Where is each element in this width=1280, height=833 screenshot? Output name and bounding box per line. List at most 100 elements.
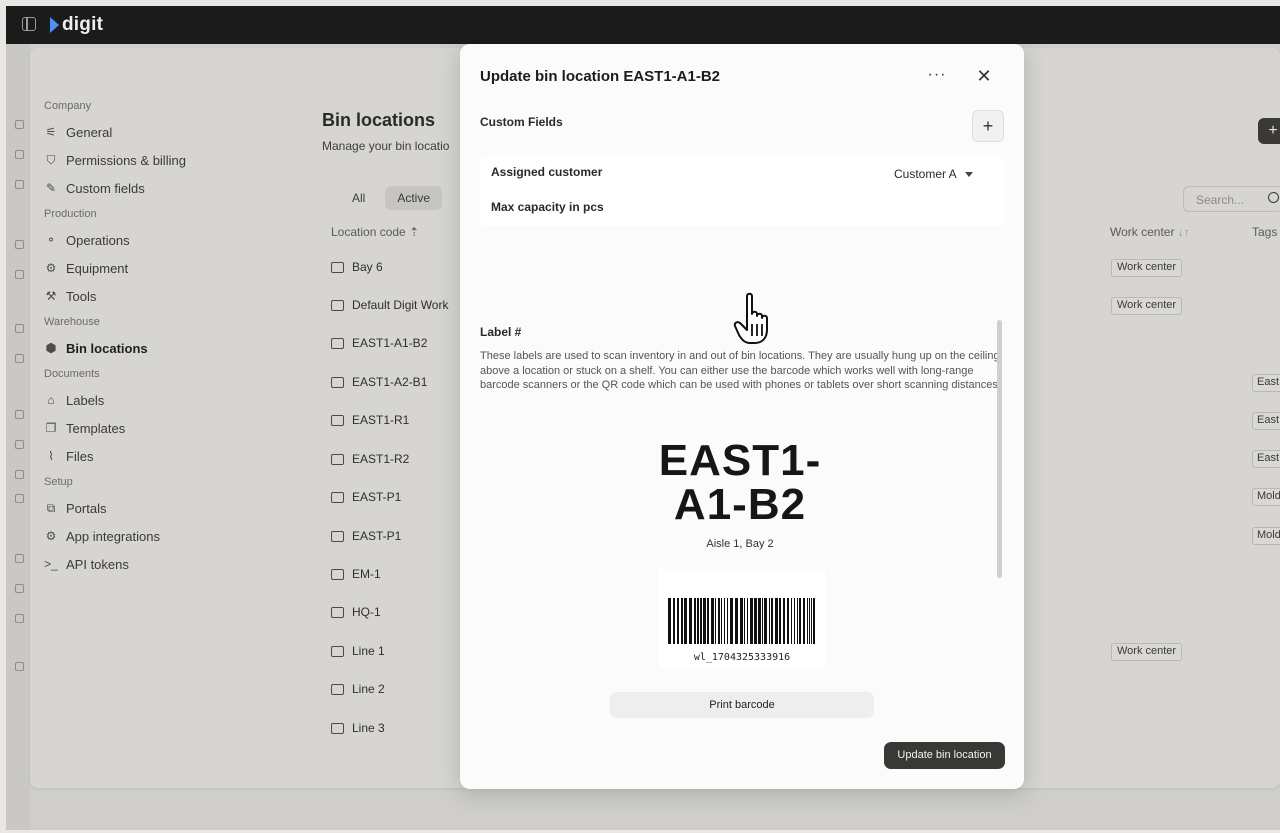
modal-title: Update bin location EAST1-A1-B2 (480, 68, 721, 85)
box-icon (331, 376, 344, 388)
row-location-code: EAST1-R1 (352, 413, 410, 427)
table-row[interactable]: EAST-P1 (331, 486, 401, 508)
column-header-work-center[interactable]: Work center ↓↑ (1110, 225, 1190, 239)
left-icon-rail (6, 44, 30, 830)
close-button[interactable]: ✕ (973, 65, 995, 87)
nav-section-title: Warehouse (44, 316, 100, 328)
box-icon (331, 453, 344, 465)
label-code-large: EAST1- A1-B2 (590, 439, 890, 527)
rail-icon[interactable] (15, 180, 24, 189)
row-location-code: EM-1 (352, 567, 381, 581)
column-header-tags[interactable]: Tags (1252, 225, 1277, 239)
rail-icon[interactable] (15, 440, 24, 449)
sliders-icon: ⚟ (45, 125, 57, 139)
nav-item-labels[interactable]: ⌂ Labels (44, 386, 284, 414)
label-code-subtitle: Aisle 1, Bay 2 (706, 538, 774, 550)
row-location-code: EAST-P1 (352, 529, 402, 543)
nav-item-label: Bin locations (66, 340, 148, 356)
row-location-code: Line 1 (352, 644, 385, 658)
terminal-icon: >_ (44, 557, 58, 571)
tab-all[interactable]: All (340, 186, 377, 210)
row-location-code: EAST1-A2-B1 (352, 375, 428, 389)
add-bin-location-button[interactable]: + (1258, 118, 1280, 144)
table-row[interactable]: Bay 6 (331, 256, 383, 278)
row-location-code: Line 3 (352, 721, 385, 735)
column-header-label: Work center (1110, 225, 1175, 239)
more-options-button[interactable]: ··· (926, 66, 948, 88)
modal-scrollbar[interactable] (997, 320, 1002, 578)
nav-item-label: App integrations (66, 528, 160, 544)
nav-item-templates[interactable]: ❐ Templates (44, 414, 284, 442)
search-icon (1268, 192, 1279, 203)
rail-icon[interactable] (15, 354, 24, 363)
box-icon (331, 530, 344, 542)
custom-fields-card: Assigned customer Customer A Max capacit… (480, 156, 1004, 226)
nav-item-general[interactable]: ⚟ General (44, 118, 284, 146)
rail-icon[interactable] (15, 470, 24, 479)
sort-icon: ↓↑ (1177, 225, 1190, 239)
app-logo[interactable]: digit (50, 14, 103, 36)
rail-icon[interactable] (15, 554, 24, 563)
rail-icon[interactable] (15, 270, 24, 279)
rail-icon[interactable] (15, 584, 24, 593)
nav-item-label: General (66, 124, 113, 140)
nav-item-files[interactable]: ⌇ Files (44, 442, 284, 470)
assigned-customer-select[interactable]: Customer A (894, 167, 973, 181)
table-row[interactable]: Line 2 (331, 678, 385, 700)
table-row[interactable]: EAST1-A1-B2 (331, 332, 427, 354)
table-row[interactable]: HQ-1 (331, 601, 381, 623)
chevron-down-icon (964, 171, 973, 177)
nav-section-title: Documents (44, 368, 100, 380)
row-location-code: HQ-1 (352, 605, 381, 619)
box-icon: ⬢ (45, 341, 57, 355)
nav-item-operations[interactable]: ⚬ Operations (44, 226, 284, 254)
nav-item-label: Portals (66, 500, 107, 516)
settings-nav: Company ⚟ General ⛉ Permissions & billing … (44, 100, 284, 580)
table-row[interactable]: EAST1-R1 (331, 409, 409, 431)
search-input[interactable]: Search... (1183, 186, 1280, 212)
table-row[interactable]: EAST1-A2-B1 (331, 371, 427, 393)
logo-mark-icon (50, 17, 59, 33)
nav-item-api-tokens[interactable]: >_ API tokens (44, 550, 284, 578)
nav-item-bin-locations[interactable]: ⬢ Bin locations (44, 334, 284, 362)
rail-icon[interactable] (15, 150, 24, 159)
table-row[interactable]: Default Digit Work (331, 294, 448, 316)
nav-section-title: Production (44, 208, 97, 220)
custom-fields-heading: Custom Fields (480, 115, 563, 129)
portal-icon: ⧉ (46, 500, 56, 515)
column-header-location-code[interactable]: Location code ⇡ (331, 225, 419, 239)
sidebar-toggle-icon[interactable] (22, 17, 36, 31)
rail-icon[interactable] (15, 120, 24, 129)
rail-icon[interactable] (15, 494, 24, 503)
box-icon (331, 568, 344, 580)
nav-item-equipment[interactable]: ⚙ Equipment (44, 254, 284, 282)
column-header-label: Location code (331, 225, 406, 239)
add-custom-field-button[interactable]: + (972, 110, 1004, 142)
row-location-code: EAST1-A1-B2 (352, 336, 428, 350)
tab-active[interactable]: Active (385, 186, 443, 210)
rail-icon[interactable] (15, 662, 24, 671)
nav-item-custom-fields[interactable]: ✎ Custom fields (44, 174, 284, 202)
print-barcode-button[interactable]: Print barcode (610, 692, 874, 718)
nav-item-label: Labels (66, 392, 105, 408)
table-row[interactable]: EAST1-R2 (331, 448, 409, 470)
table-row[interactable]: EAST-P1 (331, 525, 401, 547)
app-name: digit (62, 14, 104, 35)
table-row[interactable]: Line 1 (331, 640, 385, 662)
table-row[interactable]: EM-1 (331, 563, 381, 585)
nav-item-label: Operations (66, 232, 130, 248)
rail-icon[interactable] (15, 240, 24, 249)
table-row[interactable]: Line 3 (331, 717, 385, 739)
nav-item-tools[interactable]: ⚒ Tools (44, 282, 284, 310)
nav-item-portals[interactable]: ⧉ Portals (44, 494, 284, 522)
rail-icon[interactable] (15, 410, 24, 419)
update-bin-location-button[interactable]: Update bin location (884, 742, 1005, 769)
nav-item-app-integrations[interactable]: ⚙ App integrations (44, 522, 284, 550)
nav-item-permissions-billing[interactable]: ⛉ Permissions & billing (44, 146, 284, 174)
label-code-line-1: EAST1- (658, 436, 822, 485)
rail-icon[interactable] (15, 614, 24, 623)
nav-item-label: Equipment (66, 260, 129, 276)
rail-icon[interactable] (15, 324, 24, 333)
field-label-max-capacity: Max capacity in pcs (491, 200, 604, 214)
work-center-badge: Work center (1111, 643, 1183, 661)
